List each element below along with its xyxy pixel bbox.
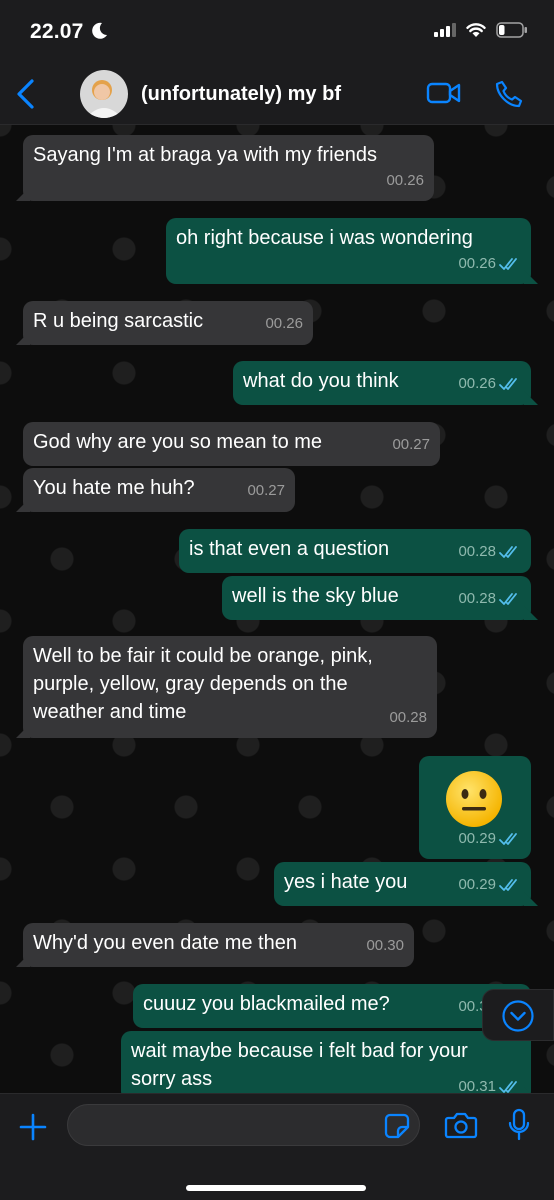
message-bubble[interactable]: Well to be fair it could be orange, pink…: [23, 636, 437, 738]
message-bubble[interactable]: Why'd you even date me then 00.30: [23, 923, 414, 967]
message-time: 00.28: [389, 709, 427, 726]
home-indicator: [186, 1185, 366, 1191]
video-camera-icon[interactable]: [426, 80, 462, 106]
message-bubble[interactable]: R u being sarcastic 00.26: [23, 301, 313, 345]
message-text: Why'd you even date me then: [33, 932, 297, 954]
message-text: is that even a question: [189, 538, 390, 560]
chevron-down-circle-icon: [502, 1000, 534, 1032]
message-time: 00.26: [458, 255, 496, 272]
message-text: wait maybe because i felt bad for your s…: [131, 1040, 468, 1090]
message-bubble[interactable]: You hate me huh? 00.27: [23, 468, 295, 512]
message-bubble[interactable]: wait maybe because i felt bad for your s…: [121, 1031, 531, 1093]
signal-icon: [434, 23, 456, 37]
message-bubble[interactable]: is that even a question 00.28: [179, 529, 531, 573]
message-time: 00.31: [458, 1078, 496, 1093]
message-input[interactable]: [67, 1104, 420, 1146]
read-ticks-icon: [499, 593, 517, 605]
message-time: 00.26: [265, 315, 303, 332]
message-time: 00.26: [386, 172, 424, 189]
message-time: 00.27: [247, 482, 285, 499]
message-time: 00.27: [392, 436, 430, 453]
message-bubble[interactable]: yes i hate you 00.29: [274, 862, 531, 906]
message-time: 00.29: [458, 830, 496, 847]
message-text: You hate me huh?: [33, 477, 195, 499]
wifi-icon: [466, 23, 486, 37]
battery-icon: [496, 22, 527, 38]
message-bubble[interactable]: cuuuz you blackmailed me? 00.31: [133, 984, 531, 1028]
message-text: God why are you so mean to me: [33, 431, 323, 453]
plus-icon[interactable]: [18, 1112, 48, 1142]
scroll-to-bottom-button[interactable]: [482, 989, 554, 1041]
contact-name[interactable]: (unfortunately) my bf: [141, 83, 341, 106]
message-bubble[interactable]: God why are you so mean to me 00.27: [23, 422, 440, 466]
read-ticks-icon: [499, 378, 517, 390]
status-bar: 22.07: [0, 0, 554, 66]
phone-icon[interactable]: [494, 79, 524, 109]
moon-icon: [92, 22, 107, 39]
avatar[interactable]: [80, 70, 128, 118]
message-text: cuuuz you blackmailed me?: [143, 993, 390, 1015]
message-bubble[interactable]: Sayang I'm at braga ya with my friends 0…: [23, 135, 434, 201]
message-bubble[interactable]: oh right because i was wondering 00.26: [166, 218, 531, 284]
avatar-image: [80, 70, 128, 118]
read-ticks-icon: [499, 879, 517, 891]
read-ticks-icon: [499, 258, 517, 270]
message-time: 00.28: [458, 590, 496, 607]
message-bubble-emoji[interactable]: 00.29: [419, 756, 531, 859]
message-text: oh right because i was wondering: [176, 227, 473, 249]
message-text: yes i hate you: [284, 871, 408, 893]
message-text: Sayang I'm at braga ya with my friends: [33, 144, 377, 166]
sticker-icon[interactable]: [384, 1113, 410, 1139]
message-text: well is the sky blue: [232, 585, 399, 607]
chat-header: (unfortunately) my bf: [0, 66, 554, 125]
status-time: 22.07: [30, 20, 84, 43]
message-time: 00.29: [458, 876, 496, 893]
message-list[interactable]: Sayang I'm at braga ya with my friends 0…: [0, 125, 554, 1093]
camera-icon[interactable]: [444, 1111, 478, 1139]
message-bubble[interactable]: what do you think 00.26: [233, 361, 531, 405]
message-text: what do you think: [243, 370, 399, 392]
neutral-face-emoji-icon: [446, 771, 502, 827]
message-time: 00.26: [458, 375, 496, 392]
read-ticks-icon: [499, 833, 517, 845]
message-time: 00.30: [366, 937, 404, 954]
message-text: Well to be fair it could be orange, pink…: [33, 645, 373, 723]
read-ticks-icon: [499, 546, 517, 558]
chevron-left-icon[interactable]: [14, 78, 38, 110]
message-time: 00.28: [458, 543, 496, 560]
microphone-icon[interactable]: [507, 1108, 531, 1142]
read-ticks-icon: [499, 1081, 517, 1093]
composer-bar: [0, 1093, 554, 1200]
status-icons: [434, 22, 528, 38]
message-bubble[interactable]: well is the sky blue 00.28: [222, 576, 531, 620]
message-text: R u being sarcastic: [33, 310, 204, 332]
